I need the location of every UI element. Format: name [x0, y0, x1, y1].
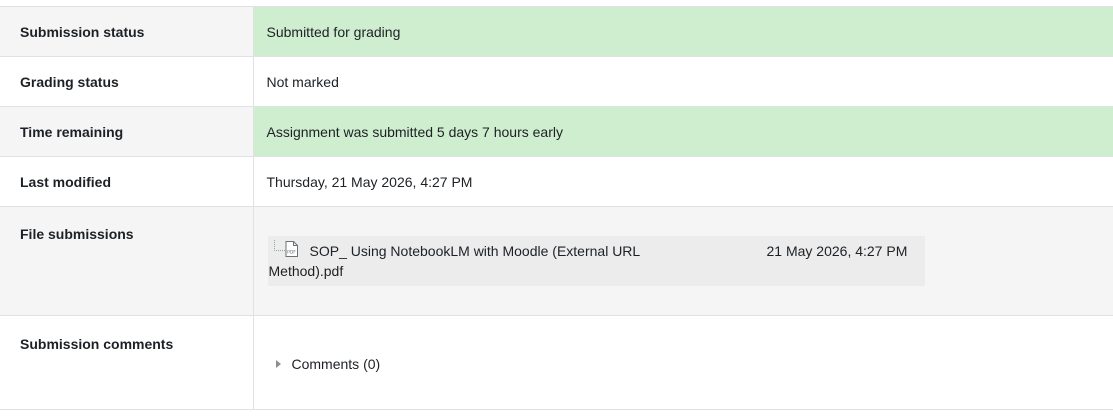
file-submissions-label: File submissions [0, 206, 254, 316]
submission-status-table: Submission status Submitted for grading … [0, 6, 1113, 410]
time-remaining-value: Assignment was submitted 5 days 7 hours … [253, 106, 1113, 157]
submission-status-value: Submitted for grading [253, 6, 1113, 57]
row-submission-comments: Submission comments Comments (0) [0, 315, 1113, 410]
tree-connector-icon [273, 240, 285, 251]
grading-status-value: Not marked [253, 56, 1113, 107]
time-remaining-label: Time remaining [0, 106, 254, 157]
comments-toggle-label: Comments (0) [291, 356, 381, 372]
file-name-line1: SOP_ Using NotebookLM with Moodle (Exter… [309, 243, 641, 259]
grading-status-label: Grading status [0, 56, 254, 107]
caret-right-icon [275, 360, 281, 368]
submission-comments-label: Submission comments [0, 315, 254, 410]
comments-toggle[interactable]: Comments (0) [275, 356, 381, 372]
file-submissions-value: PDF SOP_ Using NotebookLM with Moodle (E… [253, 206, 1113, 316]
submission-comments-value: Comments (0) [253, 315, 1113, 410]
pdf-file-icon: PDF [285, 241, 298, 257]
last-modified-label: Last modified [0, 156, 254, 207]
row-last-modified: Last modified Thursday, 21 May 2026, 4:2… [0, 156, 1113, 207]
row-submission-status: Submission status Submitted for grading [0, 6, 1113, 57]
row-grading-status: Grading status Not marked [0, 56, 1113, 107]
file-name-line2: Method).pdf [268, 263, 344, 279]
row-time-remaining: Time remaining Assignment was submitted … [0, 106, 1113, 157]
file-date: 21 May 2026, 4:27 PM [766, 243, 908, 259]
svg-text:PDF: PDF [287, 250, 296, 256]
file-link[interactable]: SOP_ Using NotebookLM with Moodle (Exter… [269, 241, 780, 281]
last-modified-value: Thursday, 21 May 2026, 4:27 PM [253, 156, 1113, 207]
submission-status-label: Submission status [0, 6, 254, 57]
row-file-submissions: File submissions PDF SOP_ Using Notebook… [0, 206, 1113, 316]
file-tree-item: PDF SOP_ Using NotebookLM with Moodle (E… [267, 236, 925, 286]
